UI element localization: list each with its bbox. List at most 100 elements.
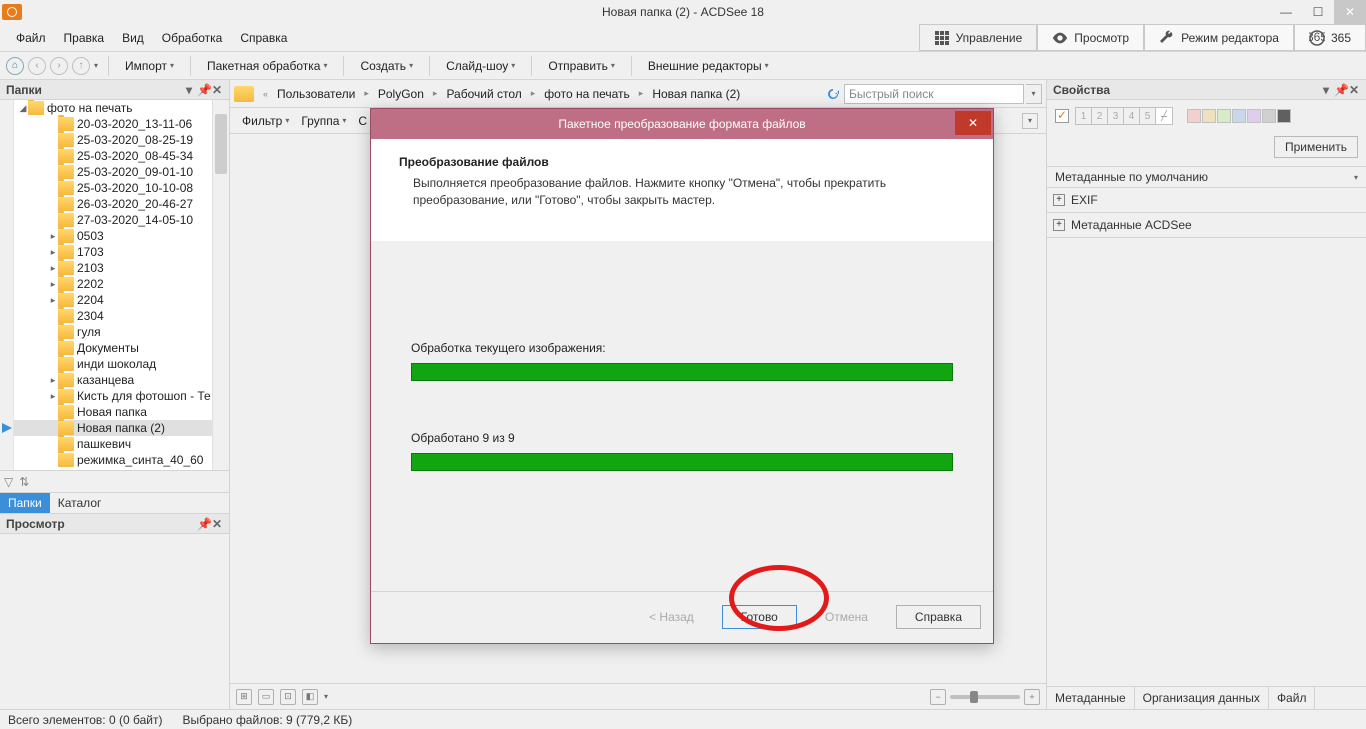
toolbar-slideshow[interactable]: Слайд-шоу▾: [440, 56, 521, 76]
tree-row[interactable]: гуля: [14, 324, 212, 340]
tab-file[interactable]: Файл: [1269, 687, 1316, 709]
tree-row[interactable]: ▸казанцева: [14, 372, 212, 388]
zoom-out-icon[interactable]: −: [930, 689, 946, 705]
minimize-button[interactable]: —: [1270, 0, 1302, 24]
expander-icon[interactable]: ▸: [48, 295, 58, 306]
panel-pin-icon[interactable]: 📌: [1334, 83, 1346, 97]
zoom-control[interactable]: − +: [930, 689, 1040, 705]
panel-menu-icon[interactable]: ▾: [1320, 83, 1332, 97]
breadcrumb-item[interactable]: Пользователи: [273, 85, 359, 103]
tab-folders[interactable]: Папки: [0, 493, 50, 513]
tree-row[interactable]: Документы: [14, 340, 212, 356]
tree-row[interactable]: ▸Кисть для фотошоп - Те: [14, 388, 212, 404]
tree-row[interactable]: 25-03-2020_08-25-19: [14, 132, 212, 148]
help-button[interactable]: Справка: [896, 605, 981, 629]
expander-icon[interactable]: ▸: [48, 231, 58, 242]
dialog-titlebar[interactable]: Пакетное преобразование формата файлов ✕: [371, 109, 993, 139]
view-options-dropdown[interactable]: ▾: [1022, 113, 1038, 129]
tree-row[interactable]: 27-03-2020_14-05-10: [14, 212, 212, 228]
breadcrumb-item[interactable]: Рабочий стол: [442, 85, 525, 103]
panel-close-icon[interactable]: ✕: [1348, 83, 1360, 97]
mode-editor[interactable]: Режим редактора: [1144, 24, 1294, 51]
tree-row[interactable]: 25-03-2020_10-10-08: [14, 180, 212, 196]
expander-icon[interactable]: ▸: [48, 391, 58, 402]
expand-icon[interactable]: +: [1053, 219, 1065, 231]
tree-row[interactable]: Новая папка (2): [14, 420, 212, 436]
menu-file[interactable]: Файл: [8, 27, 54, 49]
panel-pin-icon[interactable]: 📌: [197, 83, 209, 97]
tree-scrollbar[interactable]: [212, 100, 229, 470]
nav-forward[interactable]: ›: [50, 57, 68, 75]
close-button[interactable]: ✕: [1334, 0, 1366, 24]
nav-home[interactable]: ⌂: [6, 57, 24, 75]
panel-close-icon[interactable]: ✕: [211, 517, 223, 531]
panel-close-icon[interactable]: ✕: [211, 83, 223, 97]
group-menu[interactable]: Группа▾: [297, 112, 350, 130]
color-swatch[interactable]: [1277, 109, 1291, 123]
tree-row[interactable]: ▸2204: [14, 292, 212, 308]
view-mode-icon[interactable]: ⊡: [280, 689, 296, 705]
filter-icon[interactable]: ▽: [4, 475, 13, 489]
tab-organization[interactable]: Организация данных: [1135, 687, 1269, 709]
apply-button[interactable]: Применить: [1274, 136, 1358, 158]
tab-metadata[interactable]: Метаданные: [1047, 687, 1135, 709]
color-swatch[interactable]: [1202, 109, 1216, 123]
expand-icon[interactable]: +: [1053, 194, 1065, 206]
tree-row[interactable]: режимка_синта_40_60: [14, 452, 212, 468]
tree-row[interactable]: пашкевич: [14, 436, 212, 452]
maximize-button[interactable]: ☐: [1302, 0, 1334, 24]
filter-menu[interactable]: Фильтр▾: [238, 112, 293, 130]
tree-row[interactable]: ▸2202: [14, 276, 212, 292]
color-swatch[interactable]: [1217, 109, 1231, 123]
tree-row[interactable]: Новая папка: [14, 404, 212, 420]
expander-icon[interactable]: ▸: [48, 247, 58, 258]
toolbar-send[interactable]: Отправить▾: [542, 56, 621, 76]
breadcrumb[interactable]: « Пользователи▸ PolyGon▸ Рабочий стол▸ ф…: [256, 85, 822, 103]
zoom-in-icon[interactable]: +: [1024, 689, 1040, 705]
expander-icon[interactable]: ◢: [18, 103, 28, 114]
zoom-slider[interactable]: [950, 695, 1020, 699]
view-mode-icon[interactable]: ⊞: [236, 689, 252, 705]
done-button[interactable]: Готово: [722, 605, 797, 629]
nav-up[interactable]: ↑: [72, 57, 90, 75]
sort-menu-cut[interactable]: С: [354, 112, 371, 130]
breadcrumb-item[interactable]: Новая папка (2): [648, 85, 744, 103]
search-dropdown[interactable]: ▾: [1026, 84, 1042, 104]
color-swatch[interactable]: [1262, 109, 1276, 123]
color-swatch[interactable]: [1187, 109, 1201, 123]
dialog-close-button[interactable]: ✕: [955, 111, 991, 135]
menu-process[interactable]: Обработка: [154, 27, 231, 49]
tree-row[interactable]: 2304: [14, 308, 212, 324]
tree-row[interactable]: ▸1703: [14, 244, 212, 260]
color-swatches[interactable]: [1187, 109, 1291, 123]
breadcrumb-item[interactable]: PolyGon: [374, 85, 428, 103]
tree-row[interactable]: инди шоколад: [14, 356, 212, 372]
toolbar-batch[interactable]: Пакетная обработка▾: [201, 56, 333, 76]
acdsee-meta-section[interactable]: + Метаданные ACDSee: [1047, 213, 1366, 237]
metadata-preset-dropdown[interactable]: Метаданные по умолчанию ▾: [1047, 166, 1366, 188]
refresh-button[interactable]: [824, 85, 842, 103]
menu-edit[interactable]: Правка: [56, 27, 113, 49]
toolbar-create[interactable]: Создать▾: [354, 56, 419, 76]
search-input[interactable]: Быстрый поиск: [844, 84, 1024, 104]
tag-checkbox[interactable]: [1055, 109, 1069, 123]
exif-section[interactable]: + EXIF: [1047, 188, 1366, 212]
menu-help[interactable]: Справка: [232, 27, 295, 49]
breadcrumb-item[interactable]: фото на печать: [540, 85, 633, 103]
toolbar-import[interactable]: Импорт▾: [119, 56, 180, 76]
view-mode-icon[interactable]: ▭: [258, 689, 274, 705]
tree-row[interactable]: ▸0503: [14, 228, 212, 244]
tree-row[interactable]: ◢фото на печать: [14, 100, 212, 116]
toolbar-editors[interactable]: Внешние редакторы▾: [642, 56, 775, 76]
tree-row[interactable]: 20-03-2020_13-11-06: [14, 116, 212, 132]
expander-icon[interactable]: ▸: [48, 263, 58, 274]
sort-icon[interactable]: ⇅: [19, 475, 29, 489]
tree-row[interactable]: 26-03-2020_20-46-27: [14, 196, 212, 212]
color-swatch[interactable]: [1247, 109, 1261, 123]
mode-365[interactable]: 365 365: [1294, 24, 1366, 51]
tree-row[interactable]: 25-03-2020_08-45-34: [14, 148, 212, 164]
view-mode-icon[interactable]: ◧: [302, 689, 318, 705]
expander-icon[interactable]: ▸: [48, 279, 58, 290]
rating-numbers[interactable]: 12345╱: [1075, 107, 1173, 125]
color-swatch[interactable]: [1232, 109, 1246, 123]
